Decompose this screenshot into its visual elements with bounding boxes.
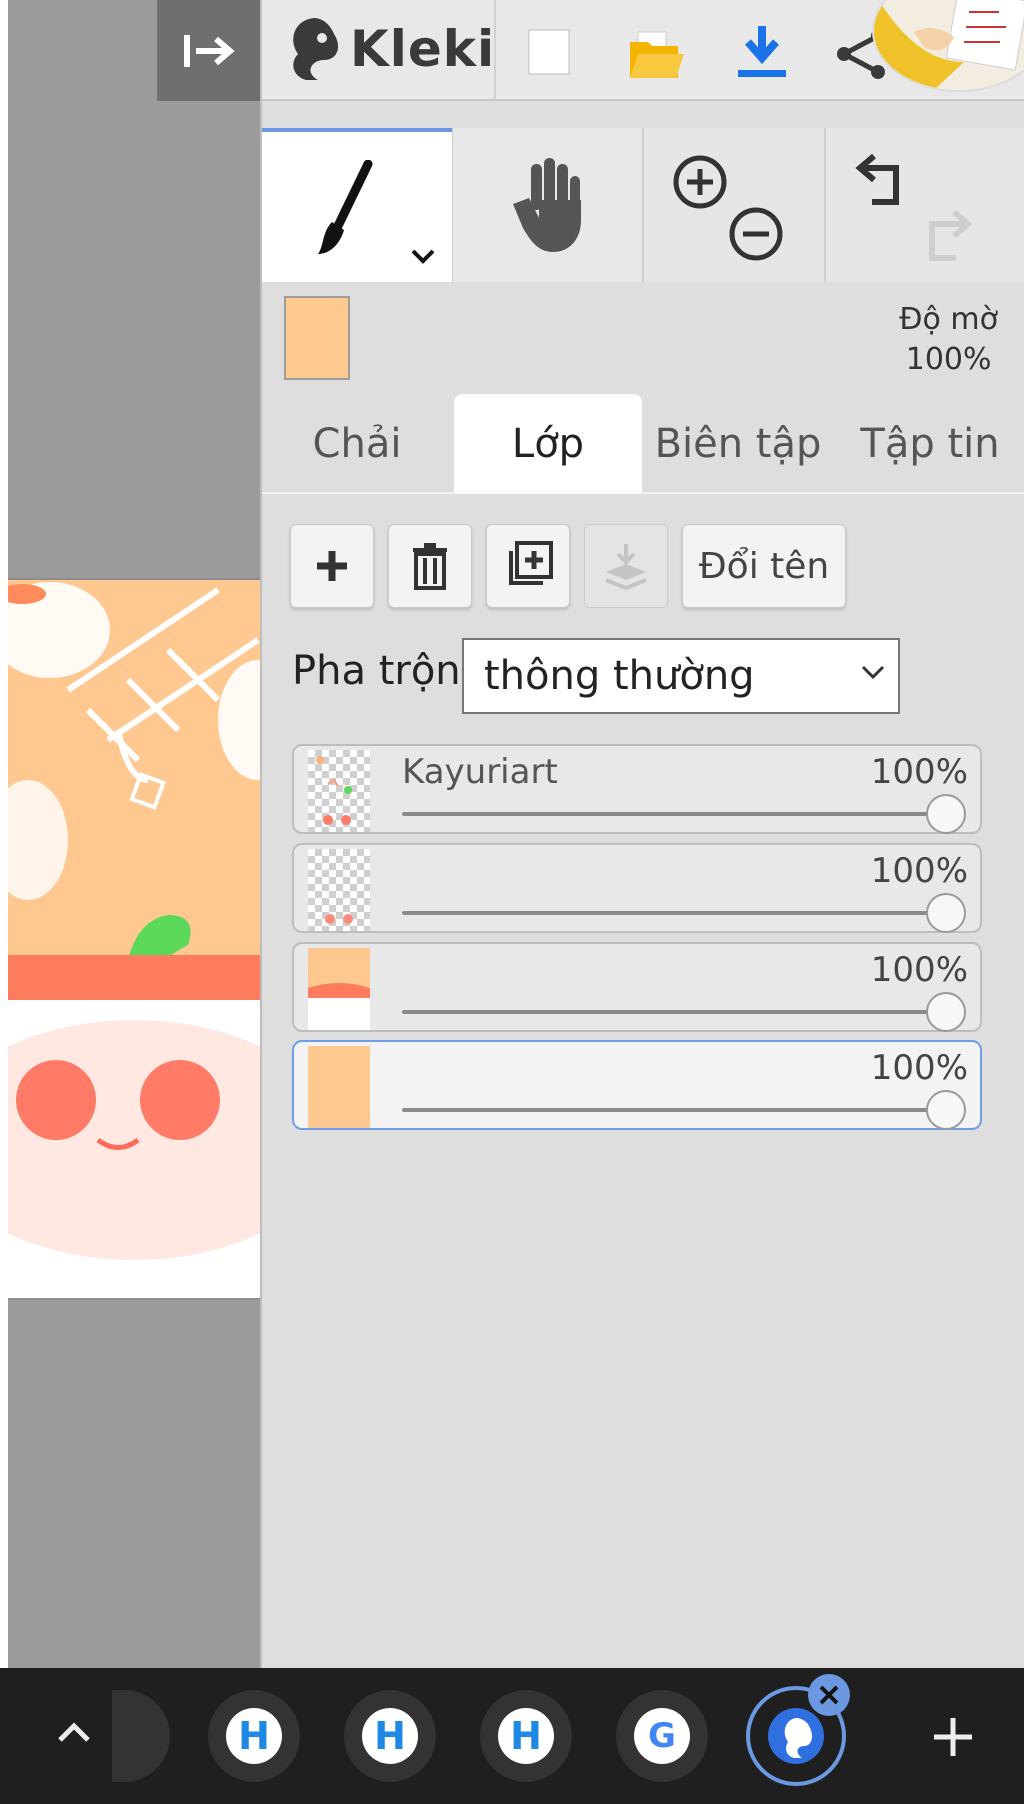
layer-thumbnail-image — [325, 914, 353, 924]
top-toolbar: Kleki — [262, 0, 1024, 101]
artwork-image — [8, 580, 260, 1298]
add-layer-button[interactable] — [290, 524, 374, 608]
tool-row — [262, 128, 1024, 282]
add-tab-icon[interactable] — [932, 1716, 974, 1758]
layer-opacity-slider[interactable] — [402, 812, 957, 816]
layer-item-selected[interactable]: 100% — [292, 1040, 982, 1130]
blend-mode-value: thông thường — [484, 653, 755, 699]
rename-layer-button[interactable]: Đổi tên — [682, 524, 846, 608]
chevron-up-icon[interactable] — [56, 1720, 92, 1744]
panel-tabs: Chải Lớp Biên tập Tập tin — [262, 394, 1024, 494]
layer-opacity-value: 100% — [870, 950, 968, 990]
app-h-icon: H — [362, 1708, 418, 1764]
close-icon — [819, 1685, 839, 1705]
brush-tool-button[interactable] — [262, 128, 452, 282]
layer-opacity-slider[interactable] — [402, 911, 957, 915]
blend-mode-label: Pha trộn — [292, 648, 461, 694]
plus-icon — [317, 551, 347, 581]
layer-thumbnail-image — [308, 948, 370, 1030]
opacity-value: 100% — [905, 342, 992, 377]
slider-handle[interactable] — [926, 992, 966, 1032]
dock-app[interactable]: H — [480, 1690, 572, 1782]
collapse-panel-icon — [183, 34, 235, 67]
layer-opacity-value: 100% — [870, 1048, 968, 1088]
avatar-image — [874, 0, 1024, 90]
drawing-canvas[interactable] — [8, 578, 260, 1300]
slider-handle[interactable] — [926, 893, 966, 933]
close-app-button[interactable] — [808, 1674, 850, 1716]
blend-mode-select[interactable]: thông thường — [462, 638, 900, 714]
download-icon — [738, 26, 786, 77]
zoom-in-icon[interactable] — [672, 154, 728, 210]
user-avatar[interactable] — [872, 0, 1024, 92]
merge-layer-button[interactable] — [584, 524, 668, 608]
app-h-icon: H — [226, 1708, 282, 1764]
tab-file[interactable]: Tập tin — [834, 394, 1024, 494]
kleki-logo: Kleki — [284, 14, 495, 84]
download-button[interactable] — [734, 24, 790, 84]
toolbar-divider — [494, 0, 496, 99]
zoom-out-icon[interactable] — [728, 206, 784, 262]
tab-edit[interactable]: Biên tập — [642, 394, 834, 494]
bottom-dock: H H H G — [0, 1668, 1024, 1804]
layer-item[interactable]: 100% — [292, 942, 982, 1032]
layer-thumbnail — [308, 849, 370, 931]
dock-app-partial[interactable] — [112, 1690, 170, 1782]
layer-item[interactable]: 100% — [292, 843, 982, 933]
slider-handle[interactable] — [926, 794, 966, 834]
open-folder-icon — [630, 31, 684, 78]
undo-icon[interactable] — [854, 152, 910, 208]
primary-color-swatch[interactable] — [284, 296, 350, 380]
chevron-down-icon — [861, 665, 885, 680]
screen-edge — [0, 0, 8, 1668]
new-image-icon — [528, 29, 570, 75]
tab-layers[interactable]: Lớp — [454, 394, 642, 494]
history-controls — [826, 128, 1024, 282]
redo-icon[interactable] — [918, 206, 974, 262]
trash-icon — [413, 543, 447, 590]
slider-handle[interactable] — [926, 1090, 966, 1130]
google-icon: G — [634, 1708, 690, 1764]
dock-app[interactable]: H — [344, 1690, 436, 1782]
duplicate-icon — [509, 541, 553, 585]
layer-thumbnail — [308, 1046, 370, 1128]
hand-tool-button[interactable] — [453, 128, 642, 282]
tab-brush[interactable]: Chải — [262, 394, 452, 494]
app-h-icon: H — [498, 1708, 554, 1764]
kleki-app-icon — [768, 1708, 824, 1764]
zoom-controls — [644, 128, 824, 282]
side-panel: Kleki Độ mờ 100% Chải Lớp Biên tập Tập t… — [260, 0, 1024, 1668]
layer-thumbnail — [308, 750, 370, 832]
opacity-label: Độ mờ — [899, 302, 998, 337]
layer-opacity-value: 100% — [870, 752, 968, 792]
layer-name: Kayuriart — [402, 752, 558, 792]
chevron-down-icon[interactable] — [410, 248, 436, 266]
layer-opacity-slider[interactable] — [402, 1108, 957, 1112]
kleki-logo-icon — [293, 18, 339, 80]
hand-icon — [513, 158, 581, 252]
open-file-button[interactable] — [628, 30, 684, 84]
dock-app[interactable]: H — [208, 1690, 300, 1782]
opacity-indicator[interactable]: Độ mờ 100% — [899, 300, 998, 380]
new-image-button[interactable] — [527, 28, 571, 80]
layer-thumbnail — [308, 948, 370, 1030]
delete-layer-button[interactable] — [388, 524, 472, 608]
collapse-panel-button[interactable] — [157, 0, 260, 101]
layer-opacity-slider[interactable] — [402, 1010, 957, 1014]
brush-icon — [318, 160, 373, 254]
layer-item[interactable]: Kayuriart 100% — [292, 744, 982, 834]
app-name: Kleki — [350, 20, 496, 78]
layer-thumbnail-image — [316, 756, 352, 825]
merge-down-icon — [605, 544, 647, 590]
layer-opacity-value: 100% — [870, 851, 968, 891]
dock-app[interactable]: G — [616, 1690, 708, 1782]
duplicate-layer-button[interactable] — [486, 524, 570, 608]
